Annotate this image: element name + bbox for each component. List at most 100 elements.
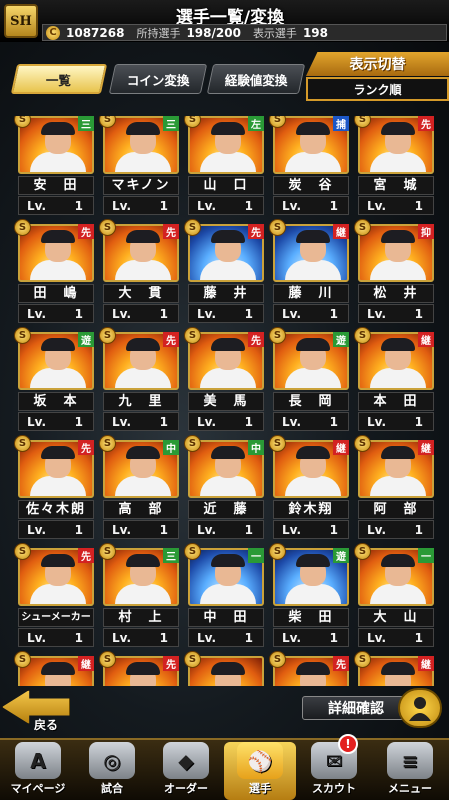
owned-count: 198/200 xyxy=(186,25,241,40)
nav-item[interactable]: ◆ オーダー xyxy=(150,742,222,800)
player-name: 宮 城 xyxy=(358,176,434,195)
player-card[interactable]: S左山 口 Lv. 1 xyxy=(184,116,264,216)
bottom-navigation: ! A マイページ ◎ 試合 ◆ オーダー ⚾ 選手 ✉ スカウト ≡ メニュー xyxy=(0,734,449,800)
coin-icon: C xyxy=(46,25,60,40)
player-name: 安 田 xyxy=(18,176,94,195)
position-badge: 先 xyxy=(248,332,264,347)
back-button[interactable]: 戻る xyxy=(0,686,72,736)
player-card[interactable]: S 継阿 部 Lv. 1 xyxy=(354,435,434,540)
player-card[interactable]: S 先シューメーカー Lv. 1 xyxy=(14,543,94,648)
level-label: Lv. xyxy=(112,630,132,645)
player-card[interactable]: S 継鈴木翔 Lv. 1 xyxy=(269,435,349,540)
level-label: Lv. xyxy=(27,306,47,321)
level-label: Lv. xyxy=(27,522,47,537)
player-card[interactable]: S先宮 城 Lv. 1 xyxy=(354,116,434,216)
nav-item[interactable]: A マイページ xyxy=(2,742,74,800)
player-card[interactable]: S先小 川Lv.1 xyxy=(269,651,349,686)
player-card[interactable]: S捕炭 谷 Lv. 1 xyxy=(269,116,349,216)
shown-count: 198 xyxy=(302,25,328,40)
coin-icon: S xyxy=(269,327,286,344)
player-name: 近 藤 xyxy=(188,500,264,519)
position-badge: 先 xyxy=(78,224,94,239)
back-label: 戻る xyxy=(34,718,59,732)
level-value: 1 xyxy=(74,522,83,537)
coin-icon: S xyxy=(269,219,286,236)
position-badge: 先 xyxy=(248,224,264,239)
player-card[interactable]: S 先美 馬 Lv. 1 xyxy=(184,327,264,432)
level-label: Lv. xyxy=(197,198,217,213)
level-label: Lv. xyxy=(282,306,302,321)
player-card[interactable]: S 一中 田 Lv. 1 xyxy=(184,543,264,648)
tab-exp-label: 経験値変換 xyxy=(224,72,288,88)
display-toggle[interactable]: 表示切替 ランク順 xyxy=(306,52,449,102)
nav-item[interactable]: ⚾ 選手 xyxy=(224,742,296,800)
level-value: 1 xyxy=(329,306,338,321)
position-badge: 継 xyxy=(418,656,434,671)
player-card[interactable]: S隅 田Lv.1 xyxy=(184,651,264,686)
level-label: Lv. xyxy=(282,522,302,537)
player-card[interactable]: S 先九 里 Lv. 1 xyxy=(99,327,179,432)
level-value: 1 xyxy=(244,306,253,321)
level-value: 1 xyxy=(159,630,168,645)
player-level: Lv. 1 xyxy=(188,412,264,431)
player-level: Lv. 1 xyxy=(273,520,349,539)
player-grid[interactable]: S三安 田 Lv. 1 S 三マキノン Lv. 1 S 左山 口 Lv. 1 S 捕炭 谷 Lv. 1 S 先宮… xyxy=(0,116,449,686)
position-badge: 先 xyxy=(418,116,434,131)
player-card[interactable]: S継田 口Lv.1 xyxy=(354,651,434,686)
player-card[interactable]: S 先田 嶋 Lv. 1 xyxy=(14,219,94,324)
nav-item[interactable]: ≡ メニュー xyxy=(374,742,446,800)
level-label: Lv. xyxy=(197,306,217,321)
player-card[interactable]: S 遊柴 田 Lv. 1 xyxy=(269,543,349,648)
coin-icon: S xyxy=(184,327,201,344)
cap-shape xyxy=(126,554,160,567)
player-card[interactable]: S先大野雄大Lv.1 xyxy=(99,651,179,686)
uniform-shape xyxy=(30,152,86,172)
coin-icon: S xyxy=(99,435,116,452)
nav-label: スカウト xyxy=(312,782,356,795)
player-card[interactable]: S継Lv.1 xyxy=(14,651,94,686)
nav-item[interactable]: ✉ スカウト xyxy=(298,742,370,800)
player-card[interactable]: S 抑松 井 Lv. 1 xyxy=(354,219,434,324)
tab-exp-convert[interactable]: 経験値変換 xyxy=(206,64,306,94)
cap-shape xyxy=(41,446,75,459)
player-card[interactable]: S 継藤 川 Lv. 1 xyxy=(269,219,349,324)
tab-coin-convert[interactable]: コイン変換 xyxy=(108,64,208,94)
coin-icon: S xyxy=(184,651,201,668)
player-silhouette-icon[interactable] xyxy=(398,688,442,728)
player-card[interactable]: S 三マキノン Lv. 1 xyxy=(99,116,179,216)
player-card[interactable]: S 遊長 岡 Lv. 1 xyxy=(269,327,349,432)
player-level: Lv. 1 xyxy=(273,304,349,323)
player-card[interactable]: S 先大 貫 Lv. 1 xyxy=(99,219,179,324)
uniform-shape xyxy=(285,260,341,280)
player-card[interactable]: S 先佐々木朗 Lv. 1 xyxy=(14,435,94,540)
coin-icon: S xyxy=(269,543,286,560)
display-toggle-button[interactable]: 表示切替 xyxy=(306,52,449,76)
sort-order-label: ランク順 xyxy=(306,77,449,101)
coin-icon: S xyxy=(354,327,371,344)
player-card[interactable]: S三安 田 Lv. 1 xyxy=(14,116,94,216)
level-label: Lv. xyxy=(197,630,217,645)
player-level: Lv. 1 xyxy=(358,412,434,431)
detail-check-button[interactable]: 詳細確認 xyxy=(302,696,410,720)
cap-shape xyxy=(211,446,245,459)
player-card[interactable]: S 一大 山 Lv. 1 xyxy=(354,543,434,648)
player-card[interactable]: S 継本 田 Lv. 1 xyxy=(354,327,434,432)
player-card[interactable]: S 三村 上 Lv. 1 xyxy=(99,543,179,648)
tab-list[interactable]: 一覧 xyxy=(10,64,108,94)
coin-icon: S xyxy=(14,543,31,560)
position-badge: 中 xyxy=(163,440,179,455)
player-name: 田 嶋 xyxy=(18,284,94,303)
nav-item[interactable]: ◎ 試合 xyxy=(76,742,148,800)
position-badge: 抑 xyxy=(418,224,434,239)
player-card[interactable]: S 中高 部 Lv. 1 xyxy=(99,435,179,540)
position-badge: 捕 xyxy=(333,116,349,131)
player-card[interactable]: S 中近 藤 Lv. 1 xyxy=(184,435,264,540)
player-card[interactable]: S 先藤 井 Lv. 1 xyxy=(184,219,264,324)
cap-shape xyxy=(211,338,245,351)
team-logo: SH xyxy=(4,4,38,38)
player-card[interactable]: S 遊坂 本 Lv. 1 xyxy=(14,327,94,432)
level-value: 1 xyxy=(74,198,83,213)
detail-check[interactable]: 詳細確認 xyxy=(302,688,448,728)
player-level: Lv. 1 xyxy=(188,196,264,215)
uniform-shape xyxy=(200,368,256,388)
